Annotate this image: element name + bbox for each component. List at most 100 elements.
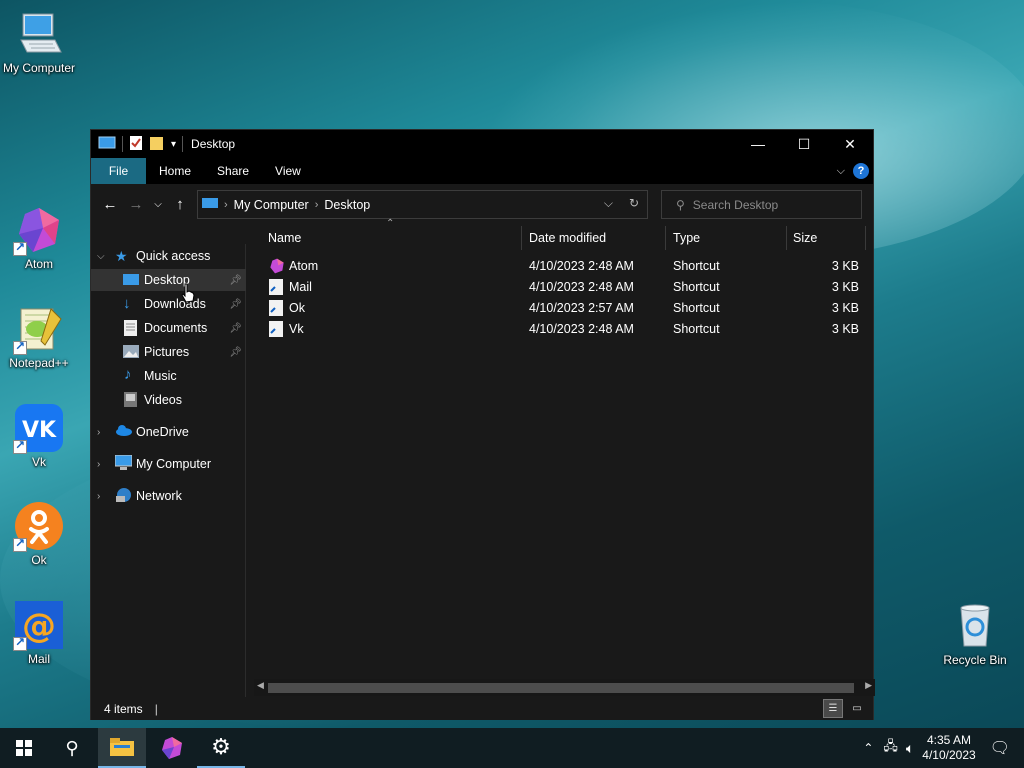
collapse-chevron-icon[interactable]: ⌵ xyxy=(97,251,105,262)
shortcut-file-icon xyxy=(269,300,283,319)
tab-home[interactable]: Home xyxy=(146,158,204,184)
help-icon[interactable]: ? xyxy=(853,163,869,179)
desktop-icon-recycle-bin[interactable]: Recycle Bin xyxy=(937,602,1013,667)
navigation-bar: ← → ⌵ ↑ › My Computer › Desktop ⌵ ↻ ⚲ xyxy=(91,184,873,224)
start-button[interactable] xyxy=(0,728,48,768)
address-dropdown-icon[interactable]: ⌵ xyxy=(604,196,613,211)
folder-window-icon xyxy=(98,136,116,153)
column-name[interactable]: Name xyxy=(268,224,301,252)
atom-icon xyxy=(162,737,182,759)
taskbar: ⚲ ⚙ ⌃ 🖧︎ 🔈︎ 4:35 AM 4/10/2023 🗨︎ xyxy=(0,728,1024,768)
details-view-icon[interactable]: ☰ xyxy=(823,699,843,718)
new-folder-icon[interactable] xyxy=(149,135,165,154)
shortcut-file-icon xyxy=(269,321,283,340)
cloud-icon xyxy=(115,425,132,441)
item-count: 4 items xyxy=(104,701,143,716)
desktop-icon-ok[interactable]: Ok xyxy=(1,502,77,567)
scroll-right-icon[interactable]: ▶ xyxy=(865,680,872,691)
nav-my-computer[interactable]: › My Computer xyxy=(91,453,246,475)
svg-text:@: @ xyxy=(22,606,56,646)
column-date-modified[interactable]: Date modified xyxy=(529,224,606,252)
svg-text:VK: VK xyxy=(22,418,57,443)
tab-view[interactable]: View xyxy=(262,158,314,184)
up-arrow-icon[interactable]: ↑ xyxy=(167,196,193,213)
properties-icon[interactable] xyxy=(129,135,143,154)
gear-icon: ⚙ xyxy=(211,734,231,759)
refresh-icon[interactable]: ↻ xyxy=(629,196,639,211)
vk-icon: VK xyxy=(13,404,63,454)
search-input[interactable] xyxy=(692,197,853,212)
nav-onedrive[interactable]: › OneDrive xyxy=(91,421,246,443)
file-explorer-window[interactable]: ▾ Desktop — ☐ ✕ File Home Share View ⌵ ?… xyxy=(90,129,875,720)
pin-icon[interactable]: 📌︎ xyxy=(229,323,242,334)
taskbar-atom[interactable] xyxy=(148,728,196,768)
star-icon: ★ xyxy=(115,248,128,264)
scroll-left-icon[interactable]: ◀ xyxy=(257,680,264,691)
nav-documents[interactable]: Documents 📌︎ xyxy=(91,317,246,339)
network-tray-icon[interactable]: 🖧︎ xyxy=(883,737,898,759)
computer-icon xyxy=(15,10,63,58)
desktop-icon-vk[interactable]: VK Vk xyxy=(1,404,77,469)
clock[interactable]: 4:35 AM 4/10/2023 xyxy=(922,733,975,763)
nav-downloads[interactable]: ↓ Downloads 📌︎ xyxy=(91,293,246,315)
taskbar-settings[interactable]: ⚙ xyxy=(197,728,245,768)
minimize-button[interactable]: — xyxy=(735,130,781,158)
hand-cursor-icon xyxy=(181,283,195,303)
notification-icon[interactable]: 🗨︎ xyxy=(990,738,1010,758)
back-arrow-icon[interactable]: ← xyxy=(97,196,123,213)
column-size[interactable]: Size xyxy=(793,224,817,252)
breadcrumb-desktop[interactable]: Desktop xyxy=(324,198,370,212)
recent-locations-icon[interactable]: ⌵ xyxy=(149,199,167,210)
search-box[interactable]: ⚲ xyxy=(661,190,862,219)
expand-chevron-icon[interactable]: › xyxy=(97,427,100,438)
status-bar: 4 items | ☰ ▭ xyxy=(91,697,873,720)
nav-quick-access[interactable]: ⌵ ★ Quick access xyxy=(91,245,246,267)
download-arrow-icon: ↓ xyxy=(123,295,131,312)
horizontal-scrollbar[interactable]: ◀ ▶ xyxy=(254,679,875,696)
title-bar[interactable]: ▾ Desktop — ☐ ✕ xyxy=(91,130,873,158)
pin-icon[interactable]: 📌︎ xyxy=(229,347,242,358)
maximize-button[interactable]: ☐ xyxy=(781,130,827,158)
navigation-pane: ⌵ ★ Quick access Desktop 📌︎ ↓ Downloads … xyxy=(91,244,246,697)
table-row[interactable]: Mail 4/10/2023 2:48 AM Shortcut 3 KB xyxy=(257,277,865,298)
chevron-up-icon[interactable]: ⌃ xyxy=(863,741,873,755)
large-icons-view-icon[interactable]: ▭ xyxy=(847,699,867,718)
column-type[interactable]: Type xyxy=(673,224,700,252)
quick-access-dropdown-icon[interactable]: ▾ xyxy=(171,139,176,150)
breadcrumb-my-computer[interactable]: My Computer xyxy=(234,198,309,212)
table-row[interactable]: Atom 4/10/2023 2:48 AM Shortcut 3 KB xyxy=(257,256,865,277)
tab-file[interactable]: File xyxy=(91,158,146,184)
close-button[interactable]: ✕ xyxy=(827,130,873,158)
computer-icon xyxy=(114,454,133,471)
ok-icon xyxy=(13,502,63,552)
expand-ribbon-icon[interactable]: ⌵ xyxy=(837,165,845,178)
nav-desktop[interactable]: Desktop 📌︎ xyxy=(91,269,246,291)
notepadpp-icon xyxy=(13,305,63,355)
search-button[interactable]: ⚲ xyxy=(48,728,96,768)
expand-chevron-icon[interactable]: › xyxy=(97,491,100,502)
address-bar[interactable]: › My Computer › Desktop ⌵ ↻ xyxy=(197,190,648,219)
nav-pictures[interactable]: Pictures 📌︎ xyxy=(91,341,246,363)
taskbar-file-explorer[interactable] xyxy=(98,728,146,768)
shortcut-arrow-icon xyxy=(13,438,27,454)
shortcut-arrow-icon xyxy=(13,240,27,256)
nav-videos[interactable]: Videos xyxy=(91,389,246,411)
desktop-icon-my-computer[interactable]: My Computer xyxy=(1,10,77,75)
scrollbar-thumb[interactable] xyxy=(268,683,854,693)
search-icon: ⚲ xyxy=(65,737,79,758)
desktop-icon-mail[interactable]: @ Mail xyxy=(1,601,77,666)
table-row[interactable]: Vk 4/10/2023 2:48 AM Shortcut 3 KB xyxy=(257,319,865,340)
volume-icon[interactable]: 🔈︎ xyxy=(906,740,914,757)
expand-chevron-icon[interactable]: › xyxy=(97,459,100,470)
nav-network[interactable]: › Network xyxy=(91,485,246,507)
desktop-icon-atom[interactable]: Atom xyxy=(1,206,77,271)
pin-icon[interactable]: 📌︎ xyxy=(229,275,242,286)
picture-icon xyxy=(123,345,139,361)
window-title: Desktop xyxy=(191,137,236,151)
forward-arrow-icon[interactable]: → xyxy=(123,196,149,213)
pin-icon[interactable]: 📌︎ xyxy=(229,299,242,310)
table-row[interactable]: Ok 4/10/2023 2:57 AM Shortcut 3 KB xyxy=(257,298,865,319)
nav-music[interactable]: ♪ Music xyxy=(91,365,246,387)
desktop-icon-notepadpp[interactable]: Notepad++ xyxy=(1,305,77,370)
tab-share[interactable]: Share xyxy=(204,158,262,184)
